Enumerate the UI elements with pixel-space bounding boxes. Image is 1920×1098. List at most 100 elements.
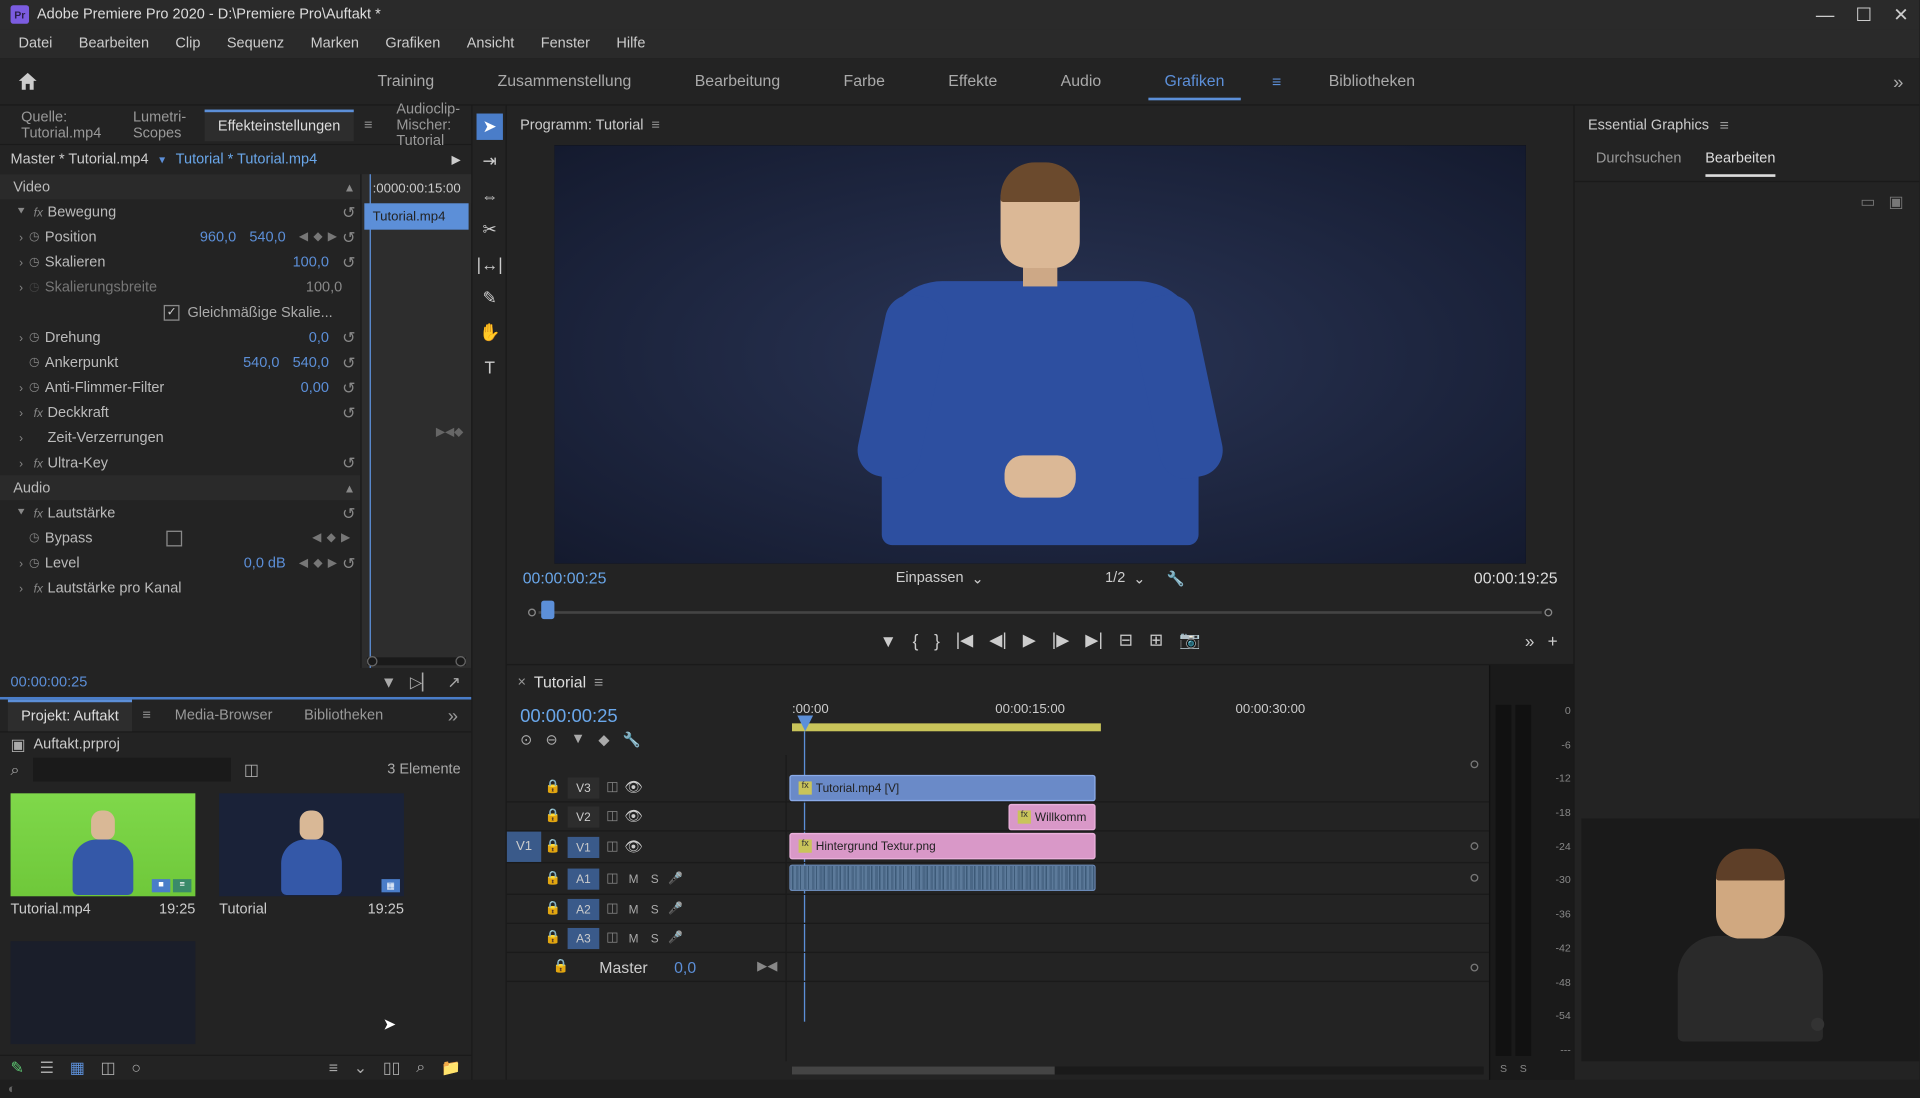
lock-icon[interactable]: 🔒 — [541, 931, 565, 946]
position-y[interactable]: 540,0 — [249, 229, 285, 245]
menu-marken[interactable]: Marken — [297, 32, 372, 56]
collapse-icon[interactable]: ▲ — [344, 481, 356, 494]
keyframe-nav-icons[interactable]: ▶◀◆ — [436, 425, 463, 440]
track-v2[interactable]: V2 — [568, 806, 600, 827]
icon-view-icon[interactable]: ▦ — [70, 1059, 85, 1077]
menu-hilfe[interactable]: Hilfe — [603, 32, 658, 56]
new-bin-icon[interactable]: 📁 — [441, 1059, 461, 1077]
workspace-grafiken[interactable]: Grafiken — [1149, 63, 1241, 100]
wrench-icon[interactable]: 🔧 — [1166, 570, 1184, 587]
ankerpunkt-x[interactable]: 540,0 — [243, 354, 279, 370]
clip-tutorial-video[interactable]: fxTutorial.mp4 [V] — [789, 775, 1095, 801]
track-a2[interactable]: A2 — [568, 898, 600, 919]
marker-icon[interactable]: ▼ — [571, 731, 585, 748]
keyframe-handle[interactable] — [1470, 760, 1478, 768]
track-v1-content[interactable]: fxHintergrund Textur.png — [787, 832, 1489, 864]
step-forward-icon[interactable]: |▶ — [1052, 630, 1070, 651]
stopwatch-icon[interactable]: ◷ — [29, 330, 45, 345]
solo-button[interactable]: S — [644, 872, 665, 885]
eye-icon[interactable]: 👁 — [623, 779, 644, 796]
zoom-slider-icon[interactable]: ○ — [131, 1059, 141, 1077]
ec-clip-bar[interactable]: Tutorial.mp4 — [365, 203, 469, 229]
track-select-tool[interactable]: ⇥ — [477, 148, 503, 174]
voiceover-icon[interactable]: 🎤 — [665, 871, 686, 886]
maximize-button[interactable]: ☐ — [1856, 3, 1873, 25]
prokanal-label[interactable]: Lautstärke pro Kanal — [48, 580, 356, 596]
search-icon[interactable]: ⌕ — [11, 760, 20, 780]
bin-item-tutorial-mp4[interactable]: ■≡ Tutorial.mp419:25 — [11, 793, 196, 917]
export-icon[interactable]: ↗ — [447, 673, 460, 691]
workspace-audio[interactable]: Audio — [1045, 63, 1117, 100]
slip-tool[interactable]: |↔| — [477, 251, 503, 277]
twirl-icon[interactable]: › — [13, 381, 29, 394]
tab-quelle[interactable]: Quelle: Tutorial.mp4 — [8, 102, 115, 147]
menu-grafiken[interactable]: Grafiken — [372, 32, 453, 56]
lock-icon[interactable]: 🔒 — [541, 780, 565, 795]
list-view-icon[interactable]: ☰ — [40, 1059, 54, 1077]
workspace-overflow-icon[interactable]: » — [1893, 71, 1903, 92]
deckkraft-label[interactable]: Deckkraft — [48, 405, 343, 421]
clip-willkomm[interactable]: fxWillkomm — [1008, 804, 1095, 830]
thumbnail[interactable]: ■≡ — [11, 793, 196, 896]
source-v1[interactable]: V1 — [507, 832, 541, 862]
mute-button[interactable]: M — [623, 902, 644, 915]
prev-keyframe-icon[interactable]: ◀ — [299, 230, 308, 245]
antiflimmer-value[interactable]: 0,00 — [301, 380, 329, 396]
stopwatch-icon[interactable]: ◷ — [29, 556, 45, 571]
ultrakey-label[interactable]: Ultra-Key — [48, 455, 343, 471]
sync-lock-icon[interactable]: ◫ — [602, 840, 623, 855]
skalieren-value[interactable]: 100,0 — [293, 254, 329, 270]
drehung-value[interactable]: 0,0 — [309, 329, 329, 345]
next-keyframe-icon[interactable]: ▶ — [328, 230, 337, 245]
sync-lock-icon[interactable]: ◫ — [602, 871, 623, 886]
essential-graphics-tab[interactable]: Essential Graphics — [1588, 117, 1709, 133]
clip-hintergrund[interactable]: fxHintergrund Textur.png — [789, 833, 1095, 859]
search-input[interactable] — [33, 758, 231, 782]
add-button-icon[interactable]: + — [1548, 630, 1558, 650]
bin-item-texture[interactable] — [11, 941, 196, 1044]
chevron-down-icon[interactable]: ▾ — [159, 152, 165, 167]
home-icon[interactable] — [16, 69, 40, 93]
solo-button[interactable]: S — [644, 931, 665, 944]
twirl-icon[interactable]: ⯆ — [13, 205, 29, 220]
chevron-down-icon[interactable]: ⌄ — [971, 570, 983, 587]
mark-out-icon[interactable]: } — [934, 630, 940, 650]
tab-bibliotheken[interactable]: Bibliotheken — [291, 701, 397, 730]
play-button[interactable]: ▶ — [1023, 630, 1036, 651]
lift-icon[interactable]: ⊟ — [1119, 630, 1133, 651]
play-icon[interactable]: ▶ — [452, 152, 461, 167]
workspace-effekte[interactable]: Effekte — [932, 63, 1013, 100]
program-timecode-left[interactable]: 00:00:00:25 — [523, 569, 607, 587]
mark-in-icon[interactable]: { — [913, 630, 919, 650]
razor-tool[interactable]: ✂ — [477, 216, 503, 242]
eye-icon[interactable]: 👁 — [623, 808, 644, 825]
master-value[interactable]: 0,0 — [674, 958, 696, 976]
chevron-down-icon[interactable]: ⌄ — [354, 1059, 367, 1077]
twirl-icon[interactable]: › — [13, 230, 29, 243]
lock-icon[interactable]: 🔒 — [549, 960, 573, 975]
lock-icon[interactable]: 🔒 — [541, 840, 565, 855]
track-master-content[interactable] — [787, 953, 1489, 982]
keyframe-handle[interactable] — [1470, 874, 1478, 882]
twirl-icon[interactable]: ⯆ — [13, 506, 29, 521]
track-v1[interactable]: V1 — [568, 836, 600, 857]
next-keyframe-icon[interactable]: ▶ — [341, 531, 350, 546]
twirl-icon[interactable]: › — [13, 456, 29, 469]
selection-tool[interactable]: ➤ — [477, 114, 503, 140]
fx-icon[interactable]: fx — [29, 205, 47, 218]
collapse-icon[interactable]: ▲ — [344, 180, 356, 193]
program-scrubber[interactable] — [525, 595, 1555, 616]
timeline-scrollbar[interactable] — [507, 1061, 1489, 1079]
reset-icon[interactable]: ↺ — [342, 453, 355, 471]
menu-sequenz[interactable]: Sequenz — [214, 32, 298, 56]
extract-icon[interactable]: ⊞ — [1149, 630, 1163, 651]
sync-lock-icon[interactable]: ◫ — [602, 809, 623, 824]
lock-icon[interactable]: 🔒 — [541, 902, 565, 917]
button-editor-overflow[interactable]: » — [1525, 630, 1535, 650]
view-icon[interactable]: ◫ — [244, 761, 259, 779]
twirl-icon[interactable]: › — [13, 255, 29, 268]
hand-tool[interactable]: ✋ — [477, 319, 503, 345]
reset-icon[interactable]: ↺ — [342, 403, 355, 421]
ec-playhead[interactable] — [370, 174, 371, 668]
track-v3[interactable]: V3 — [568, 777, 600, 798]
